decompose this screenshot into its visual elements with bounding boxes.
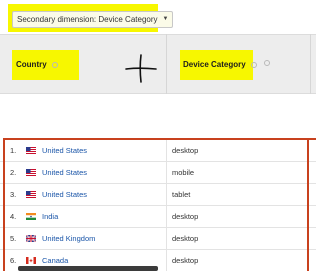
column-divider <box>166 140 167 162</box>
country-link[interactable]: India <box>42 206 58 228</box>
row-number: 2. <box>10 168 17 177</box>
remove-dimension-icon[interactable] <box>264 60 270 66</box>
column-divider <box>166 206 167 228</box>
secondary-dimension-dropdown[interactable]: Secondary dimension: Device Category ▼ <box>12 11 174 28</box>
device-category-cell: desktop <box>172 234 199 243</box>
table-row: 4. India desktop <box>0 206 316 228</box>
column-divider <box>166 34 167 94</box>
device-category-cell: mobile <box>172 168 195 177</box>
row-number: 4. <box>10 212 17 221</box>
device-category-cell: desktop <box>172 256 199 265</box>
annotation-red-box-edge <box>307 138 309 271</box>
chevron-down-icon: ▼ <box>162 16 169 22</box>
data-table: 1. United States desktop 2. United State… <box>0 140 316 271</box>
plus-annotation-icon <box>125 54 157 83</box>
us-flag-icon <box>26 191 36 198</box>
us-flag-icon <box>26 169 36 176</box>
secondary-dimension-label: Secondary dimension: Device Category <box>17 15 158 24</box>
column-divider <box>166 162 167 184</box>
table-row: 3. United States tablet <box>0 184 316 206</box>
country-link[interactable]: United States <box>42 140 87 162</box>
table-row: 2. United States mobile <box>0 162 316 184</box>
column-divider <box>310 34 311 94</box>
header-country[interactable]: Country <box>16 60 47 69</box>
row-number: 5. <box>10 234 17 243</box>
column-divider <box>166 184 167 206</box>
device-category-cell: tablet <box>172 190 191 199</box>
column-divider <box>166 228 167 250</box>
us-flag-icon <box>26 147 36 154</box>
row-number: 3. <box>10 190 17 199</box>
table-row: 5. United Kingdom desktop <box>0 228 316 250</box>
canada-flag-icon <box>26 257 36 264</box>
device-category-cell: desktop <box>172 212 199 221</box>
uk-flag-icon <box>26 235 36 242</box>
help-icon[interactable] <box>52 62 58 68</box>
india-flag-icon <box>26 213 36 220</box>
country-link[interactable]: United Kingdom <box>42 228 95 250</box>
header-device-category[interactable]: Device Category <box>183 60 246 69</box>
device-category-cell: desktop <box>172 146 199 155</box>
row-number: 1. <box>10 146 17 155</box>
help-icon[interactable] <box>251 62 257 68</box>
country-link[interactable]: United States <box>42 184 87 206</box>
table-row: 1. United States desktop <box>0 140 316 162</box>
summary-row <box>0 94 316 138</box>
country-link[interactable]: United States <box>42 162 87 184</box>
column-divider <box>166 250 167 271</box>
horizontal-scrollbar[interactable] <box>18 266 158 271</box>
